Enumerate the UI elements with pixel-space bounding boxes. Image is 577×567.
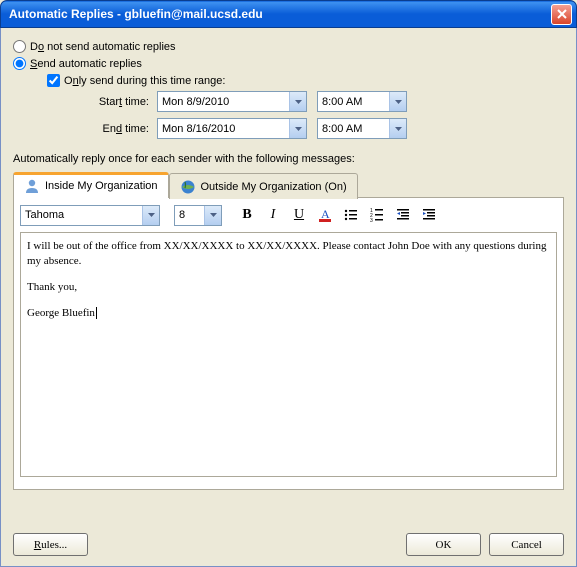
radio-send[interactable] [13, 57, 26, 70]
tab-inside-label: Inside My Organization [45, 180, 158, 192]
cancel-button[interactable]: Cancel [489, 533, 564, 556]
end-date-value: Mon 8/16/2010 [162, 123, 289, 135]
end-time-label: End time: [69, 123, 149, 135]
close-icon [557, 9, 567, 19]
radio-do-not-send-row: Do not send automatic replies [13, 40, 564, 53]
outdent-button[interactable] [392, 204, 414, 226]
start-time-value: 8:00 AM [322, 96, 389, 108]
window-title: Automatic Replies - gbluefin@mail.ucsd.e… [9, 7, 551, 21]
outdent-icon [395, 207, 411, 223]
editor-panel: Tahoma 8 B I U A 123 [13, 198, 564, 490]
radio-do-not-send[interactable] [13, 40, 26, 53]
message-editor[interactable]: I will be out of the office from XX/XX/X… [20, 232, 557, 477]
chevron-down-icon[interactable] [389, 92, 406, 111]
start-time-row: Start time: Mon 8/9/2010 8:00 AM [69, 91, 564, 112]
tab-outside-label: Outside My Organization (On) [201, 181, 347, 193]
tab-inside-org[interactable]: Inside My Organization [13, 172, 169, 198]
number-list-icon: 123 [369, 207, 385, 223]
end-time-dropdown[interactable]: 8:00 AM [317, 118, 407, 139]
start-date-dropdown[interactable]: Mon 8/9/2010 [157, 91, 307, 112]
editor-line: I will be out of the office from XX/XX/X… [27, 239, 550, 269]
radio-send-row: Send automatic replies [13, 57, 564, 70]
bold-button[interactable]: B [236, 204, 258, 226]
indent-button[interactable] [418, 204, 440, 226]
indent-icon [421, 207, 437, 223]
editor-toolbar: Tahoma 8 B I U A 123 [20, 204, 557, 226]
font-color-icon: A [317, 207, 333, 223]
tab-strip: Inside My Organization Outside My Organi… [13, 171, 564, 198]
chevron-down-icon[interactable] [142, 206, 159, 225]
start-date-value: Mon 8/9/2010 [162, 96, 289, 108]
editor-line: George Bluefin [27, 306, 550, 321]
end-time-row: End time: Mon 8/16/2010 8:00 AM [69, 118, 564, 139]
font-dropdown[interactable]: Tahoma [20, 205, 160, 226]
svg-text:3: 3 [370, 218, 373, 223]
titlebar[interactable]: Automatic Replies - gbluefin@mail.ucsd.e… [0, 0, 577, 28]
chevron-down-icon[interactable] [389, 119, 406, 138]
editor-line: Thank you, [27, 280, 550, 295]
chevron-down-icon[interactable] [289, 119, 306, 138]
font-size-dropdown[interactable]: 8 [174, 205, 222, 226]
chevron-down-icon[interactable] [204, 206, 221, 225]
ok-button[interactable]: OK [406, 533, 481, 556]
font-value: Tahoma [25, 209, 142, 221]
radio-send-label[interactable]: Send automatic replies [30, 58, 142, 70]
bullet-list-icon [343, 207, 359, 223]
check-time-range[interactable] [47, 74, 60, 87]
svg-text:A: A [321, 207, 330, 221]
start-time-dropdown[interactable]: 8:00 AM [317, 91, 407, 112]
italic-button[interactable]: I [262, 204, 284, 226]
end-time-value: 8:00 AM [322, 123, 389, 135]
instructions-text: Automatically reply once for each sender… [13, 153, 564, 165]
end-date-dropdown[interactable]: Mon 8/16/2010 [157, 118, 307, 139]
dialog-footer: Rules... OK Cancel [13, 533, 564, 556]
close-button[interactable] [551, 4, 572, 25]
rules-button[interactable]: Rules... [13, 533, 88, 556]
time-range-grid: Start time: Mon 8/9/2010 8:00 AM End tim… [69, 91, 564, 139]
chevron-down-icon[interactable] [289, 92, 306, 111]
check-time-range-label[interactable]: Only send during this time range: [64, 75, 225, 87]
bullet-list-button[interactable] [340, 204, 362, 226]
underline-button[interactable]: U [288, 204, 310, 226]
start-time-label: Start time: [69, 96, 149, 108]
radio-do-not-send-label[interactable]: Do not send automatic replies [30, 41, 176, 53]
number-list-button[interactable]: 123 [366, 204, 388, 226]
font-color-button[interactable]: A [314, 204, 336, 226]
font-size-value: 8 [179, 209, 204, 221]
check-time-range-row: Only send during this time range: [47, 74, 564, 87]
globe-icon [180, 179, 196, 195]
person-icon [24, 178, 40, 194]
tab-outside-org[interactable]: Outside My Organization (On) [169, 173, 358, 199]
dialog-content: Do not send automatic replies Send autom… [0, 28, 577, 567]
